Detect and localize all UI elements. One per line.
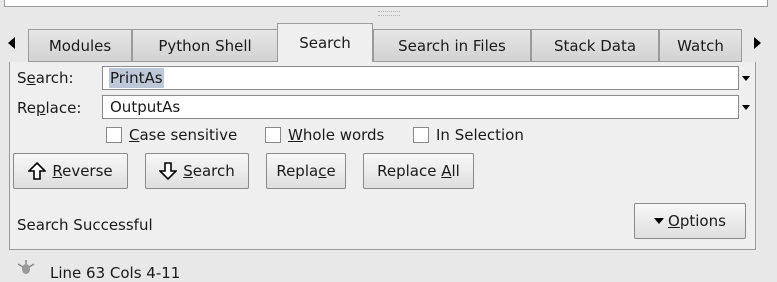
whole-words-checkbox[interactable]: Whole words bbox=[265, 124, 384, 146]
replace-label: Replace: bbox=[17, 99, 82, 117]
search-status: Search Successful bbox=[17, 216, 153, 234]
checkbox-box[interactable] bbox=[265, 127, 281, 143]
tab-scroll-left-icon[interactable] bbox=[8, 37, 15, 49]
replace-button-label: Replace bbox=[276, 162, 336, 180]
replace-input[interactable]: OutputAs bbox=[102, 95, 739, 119]
replace-history-dropdown-icon[interactable] bbox=[742, 105, 750, 110]
arrow-up-icon bbox=[28, 162, 47, 180]
search-button[interactable]: Search bbox=[145, 153, 249, 189]
options-button[interactable]: Options bbox=[634, 203, 746, 239]
search-label: Search: bbox=[17, 69, 74, 87]
bottom-status-bar: Line 63 Cols 4-11 bbox=[0, 258, 777, 282]
case-sensitive-checkbox[interactable]: Case sensitive bbox=[106, 124, 237, 146]
tab-scroll-right-icon[interactable] bbox=[754, 37, 761, 49]
tab-label: Search in Files bbox=[398, 36, 506, 55]
tab-search-in-files[interactable]: Search in Files bbox=[373, 29, 531, 61]
options-label: Options bbox=[668, 212, 726, 230]
case-sensitive-label: Case sensitive bbox=[129, 126, 238, 144]
in-selection-checkbox[interactable]: In Selection bbox=[413, 124, 524, 146]
tab-python-shell[interactable]: Python Shell bbox=[132, 29, 278, 61]
replace-value: OutputAs bbox=[110, 98, 181, 116]
tab-label: Stack Data bbox=[553, 36, 637, 55]
tab-label: Watch bbox=[677, 36, 724, 55]
tab-modules[interactable]: Modules bbox=[28, 29, 132, 61]
search-button-label: Search bbox=[183, 162, 235, 180]
search-panel: Search: PrintAs Replace: OutputAs Case s… bbox=[9, 62, 756, 250]
tool-tab-bar: Modules Python Shell Search Search in Fi… bbox=[0, 23, 777, 62]
tab-label: Python Shell bbox=[158, 36, 252, 55]
checkbox-box[interactable] bbox=[106, 127, 122, 143]
whole-words-label: Whole words bbox=[288, 126, 385, 144]
search-history-dropdown-icon[interactable] bbox=[742, 76, 750, 81]
top-pane-frame bbox=[4, 0, 768, 7]
pane-splitter-grip[interactable] bbox=[378, 11, 400, 16]
replace-button[interactable]: Replace bbox=[266, 153, 346, 189]
tab-stack-data[interactable]: Stack Data bbox=[531, 29, 659, 61]
replace-all-button[interactable]: Replace All bbox=[363, 153, 474, 189]
search-value: PrintAs bbox=[109, 68, 164, 88]
tab-label: Modules bbox=[48, 36, 112, 55]
search-input[interactable]: PrintAs bbox=[102, 66, 739, 90]
reverse-button[interactable]: Reverse bbox=[13, 153, 128, 189]
tab-watch[interactable]: Watch bbox=[659, 29, 742, 61]
tab-label: Search bbox=[299, 34, 351, 52]
bug-icon bbox=[17, 260, 35, 274]
tab-search[interactable]: Search bbox=[277, 23, 373, 62]
dropdown-triangle-icon bbox=[654, 218, 665, 224]
replace-all-label: Replace All bbox=[377, 162, 460, 180]
checkbox-box[interactable] bbox=[413, 127, 429, 143]
reverse-label: Reverse bbox=[52, 162, 113, 180]
line-col-status: Line 63 Cols 4-11 bbox=[50, 264, 181, 282]
in-selection-label: In Selection bbox=[436, 126, 524, 144]
arrow-down-icon bbox=[159, 162, 178, 180]
